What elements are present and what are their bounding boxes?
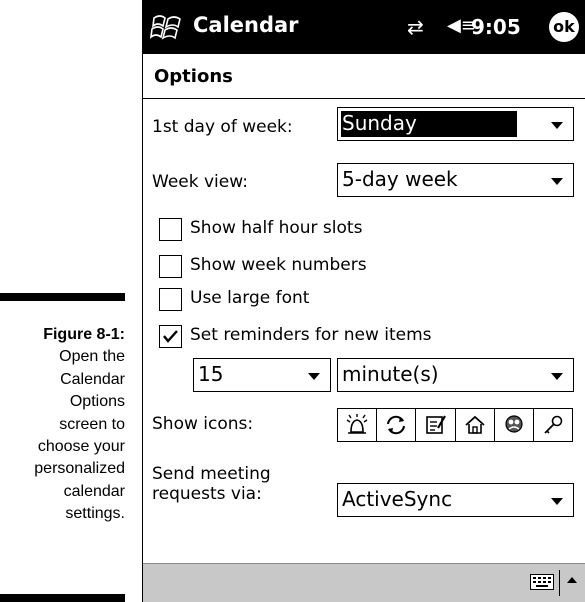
send-via-label-line: Send meeting (152, 464, 271, 484)
caption-line: Calendar (60, 370, 125, 388)
clock[interactable]: 9:05 (471, 15, 521, 39)
connectivity-icon[interactable]: ⇄ (407, 15, 424, 39)
show-icons-toolbar (337, 408, 573, 442)
checkmark-icon (163, 330, 178, 343)
send-via-value: ActiveSync (342, 487, 453, 511)
checkbox-reminders[interactable] (159, 325, 182, 348)
checkbox-label: Show week numbers (190, 255, 367, 275)
reminder-amount-value: 15 (198, 362, 224, 386)
show-icons-label: Show icons: (152, 414, 254, 434)
input-arrow-icon[interactable] (567, 577, 577, 583)
recurrence-icon[interactable] (377, 409, 417, 441)
reminder-unit-dropdown[interactable]: minute(s) (337, 358, 574, 392)
checkbox-half-hour[interactable] (159, 218, 182, 241)
figure-caption: Figure 8-1: Open the Calendar Options sc… (0, 324, 125, 526)
home-icon[interactable] (456, 409, 495, 441)
page-title: Options (154, 66, 233, 87)
chevron-down-icon (308, 373, 320, 380)
device-screen: Calendar ⇄ ◀≡ 9:05 ok Options 1st day of… (142, 0, 585, 602)
caption-line: personalized (34, 460, 125, 478)
divider (559, 570, 560, 596)
reminder-unit-value: minute(s) (342, 362, 439, 386)
note-icon[interactable] (416, 409, 456, 441)
checkbox-label: Use large font (190, 288, 310, 308)
meeting-icon[interactable] (495, 409, 534, 441)
caption-line: Options (69, 393, 125, 411)
chevron-down-icon (551, 178, 563, 185)
first-day-dropdown[interactable]: Sunday (337, 107, 574, 141)
keyboard-icon[interactable] (530, 574, 554, 594)
reminder-amount-dropdown[interactable]: 15 (193, 358, 331, 392)
week-view-dropdown[interactable]: 5-day week (337, 163, 574, 197)
command-bar (143, 563, 585, 602)
checkbox-week-numbers[interactable] (159, 255, 182, 278)
key-icon[interactable] (534, 409, 572, 441)
chevron-down-icon (551, 498, 563, 505)
send-via-dropdown[interactable]: ActiveSync (337, 483, 574, 517)
send-via-label-line: requests via: (152, 484, 262, 504)
chevron-down-icon (551, 373, 563, 380)
caption-line: calendar (63, 482, 125, 500)
caption-line: choose your (37, 438, 125, 456)
app-title: Calendar (193, 13, 299, 37)
caption-line: Open the (59, 348, 125, 366)
title-bar: Calendar ⇄ ◀≡ 9:05 ok (143, 0, 585, 54)
caption-top-rule (0, 293, 125, 301)
checkbox-label: Show half hour slots (190, 218, 363, 238)
windows-start-icon[interactable] (149, 10, 184, 44)
figure-label: Figure 8-1: (43, 326, 125, 343)
send-via-label: Send meeting requests via: (152, 464, 271, 504)
checkbox-label: Set reminders for new items (190, 325, 432, 345)
ok-button[interactable]: ok (549, 12, 579, 42)
caption-line: settings. (65, 505, 125, 523)
week-view-value: 5-day week (342, 167, 458, 191)
alarm-icon[interactable] (338, 409, 378, 441)
checkbox-large-font[interactable] (159, 288, 182, 311)
title-divider (143, 98, 585, 99)
first-day-value: Sunday (342, 111, 417, 135)
first-day-label: 1st day of week: (152, 117, 293, 137)
chevron-down-icon (551, 122, 563, 129)
caption-bottom-rule (0, 594, 125, 602)
caption-line: screen to (59, 415, 125, 433)
week-view-label: Week view: (152, 172, 248, 192)
